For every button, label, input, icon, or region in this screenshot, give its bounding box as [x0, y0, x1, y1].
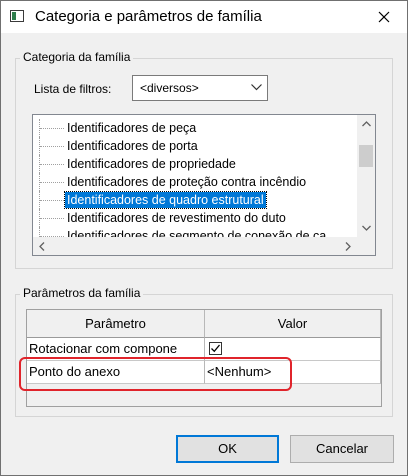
category-tree[interactable]: Identificadores de peça Identificadores …: [32, 114, 376, 256]
column-header-parameter[interactable]: Parâmetro: [27, 310, 205, 338]
tree-line: [40, 146, 64, 147]
tree-line: [40, 218, 64, 219]
chevron-right-icon: [345, 241, 351, 251]
rotate-with-component-checkbox[interactable]: [209, 342, 222, 355]
tree-line: [40, 200, 64, 201]
tree-item[interactable]: Identificadores de revestimento do duto: [33, 209, 357, 227]
tree-item-label: Identificadores de revestimento do duto: [67, 211, 286, 225]
scrollbar-corner: [357, 237, 375, 255]
family-category-dialog: Categoria e parâmetros de família Catego…: [0, 0, 408, 476]
tree-item-label: Identificadores de quadro estrutural: [64, 191, 267, 209]
title-bar: Categoria e parâmetros de família: [1, 1, 407, 33]
window-title: Categoria e parâmetros de família: [35, 8, 262, 25]
chevron-down-icon: [361, 225, 371, 231]
scroll-up-button[interactable]: [357, 115, 375, 133]
filter-list-value: <diversos>: [140, 81, 199, 95]
tree-horizontal-scrollbar[interactable]: [33, 237, 357, 255]
param-name-cell[interactable]: Ponto do anexo: [27, 361, 205, 384]
scroll-right-button[interactable]: [339, 237, 357, 255]
param-name-cell[interactable]: Rotacionar com compone: [27, 338, 205, 361]
scrollbar-thumb[interactable]: [359, 145, 373, 167]
chevron-up-icon: [361, 121, 371, 127]
chevron-left-icon: [39, 241, 45, 251]
chevron-down-icon: [251, 84, 262, 91]
category-tree-viewport: Identificadores de peça Identificadores …: [33, 115, 357, 237]
ok-button[interactable]: OK: [176, 435, 279, 463]
tree-item-label: Identificadores de propriedade: [67, 157, 236, 171]
column-header-value[interactable]: Valor: [205, 310, 381, 338]
revit-family-icon: [10, 10, 24, 22]
tree-item-label: Identificadores de segmento de conexão d…: [67, 229, 327, 237]
tree-item[interactable]: Identificadores de propriedade: [33, 155, 357, 173]
filter-list-dropdown[interactable]: <diversos>: [132, 75, 268, 101]
scroll-left-button[interactable]: [33, 237, 51, 255]
tree-item-label: Identificadores de porta: [67, 139, 198, 153]
filter-list-label: Lista de filtros:: [34, 82, 112, 96]
tree-item-selected[interactable]: Identificadores de quadro estrutural: [33, 191, 357, 209]
scroll-down-button[interactable]: [357, 219, 375, 237]
tree-vertical-scrollbar[interactable]: [357, 115, 375, 237]
category-group-label: Categoria da família: [20, 50, 134, 64]
checkmark-icon: [211, 344, 221, 353]
params-group-label: Parâmetros da família: [20, 286, 144, 300]
tree-line: [40, 182, 64, 183]
tree-item[interactable]: Identificadores de segmento de conexão d…: [33, 227, 357, 237]
tree-line: [40, 164, 64, 165]
tree-item[interactable]: Identificadores de porta: [33, 137, 357, 155]
tree-item-label: Identificadores de peça: [67, 121, 197, 135]
parameters-grid: Parâmetro Valor Rotacionar com compone P…: [26, 309, 382, 407]
tree-item[interactable]: Identificadores de proteção contra incên…: [33, 173, 357, 191]
cancel-button[interactable]: Cancelar: [290, 435, 394, 463]
param-value-cell[interactable]: <Nenhum>: [205, 361, 381, 384]
tree-line: [40, 128, 64, 129]
tree-item[interactable]: Identificadores de peça: [33, 119, 357, 137]
tree-item-label: Identificadores de proteção contra incên…: [67, 175, 307, 189]
param-value-cell[interactable]: [205, 338, 381, 361]
close-button[interactable]: [361, 1, 407, 33]
close-icon: [378, 11, 390, 23]
